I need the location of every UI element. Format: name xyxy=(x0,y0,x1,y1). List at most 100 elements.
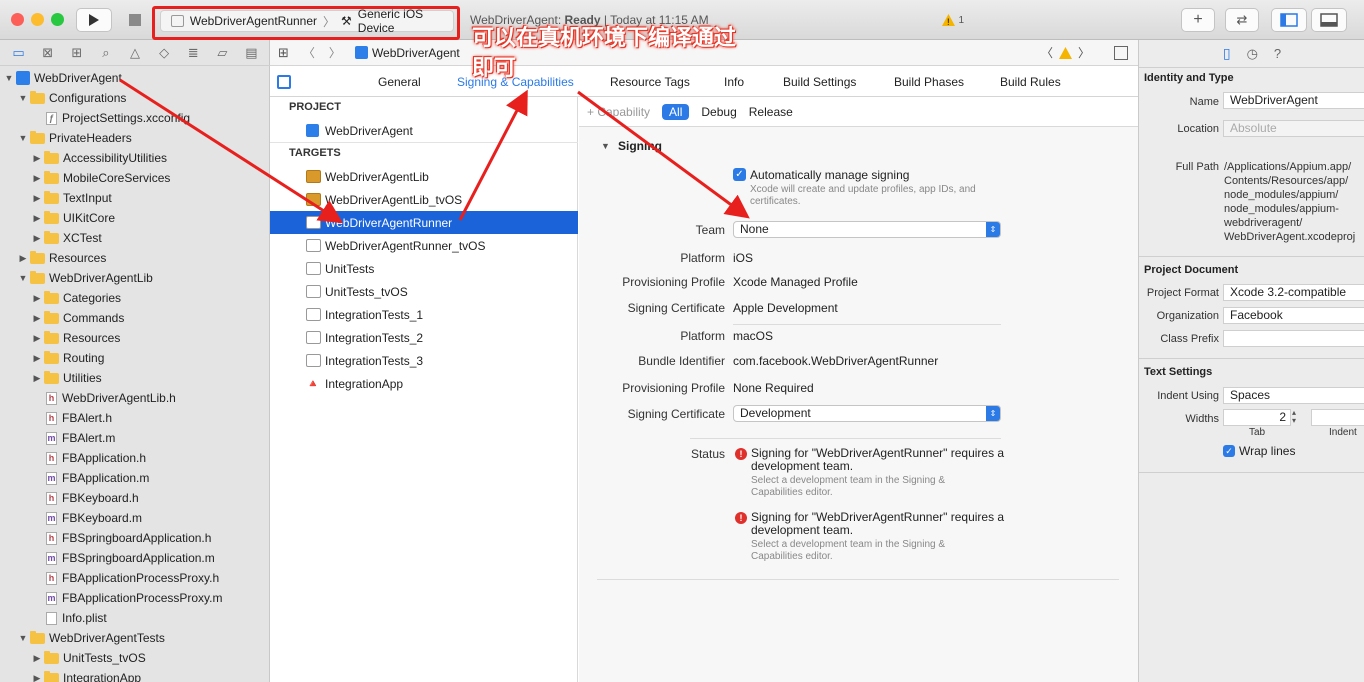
navigator-item[interactable]: m FBSpringboardApplication.m xyxy=(0,548,270,568)
disclosure-closed-icon[interactable]: ▶ xyxy=(32,653,42,664)
tab-general[interactable]: General xyxy=(378,75,421,89)
destination-name[interactable]: Generic iOS Device xyxy=(358,7,453,35)
warning-indicator[interactable]: ! 1 xyxy=(942,14,964,26)
symbol-icon[interactable]: ⊞ xyxy=(69,45,84,60)
disclosure-triangle-icon[interactable]: ▼ xyxy=(601,141,610,151)
hide-outline-icon[interactable] xyxy=(277,75,291,89)
disclosure-open-icon[interactable]: ▼ xyxy=(18,273,28,283)
disclosure-closed-icon[interactable]: ▶ xyxy=(32,213,42,224)
disclosure-open-icon[interactable]: ▼ xyxy=(18,133,28,143)
format-popup[interactable]: Xcode 3.2-compatible xyxy=(1223,284,1364,301)
disclosure-closed-icon[interactable]: ▶ xyxy=(18,253,28,264)
folder-icon[interactable]: ▭ xyxy=(11,45,26,60)
test-icon[interactable]: ◇ xyxy=(157,45,172,60)
navigator-item[interactable]: h FBApplication.h xyxy=(0,448,270,468)
auto-signing-checkbox[interactable]: ✓ xyxy=(733,168,746,181)
organization-field[interactable]: Facebook xyxy=(1223,307,1364,324)
target-item[interactable]: UnitTests_tvOS xyxy=(270,280,578,303)
search-icon[interactable]: ⌕ xyxy=(98,45,113,60)
target-item[interactable]: IntegrationTests_2 xyxy=(270,326,578,349)
navigator-item[interactable]: ▶ Routing xyxy=(0,348,270,368)
disclosure-closed-icon[interactable]: ▶ xyxy=(32,373,42,384)
class-prefix-field[interactable] xyxy=(1223,330,1364,347)
back-arrow-icon[interactable]: 〈 xyxy=(303,44,315,61)
tab-build-phases[interactable]: Build Phases xyxy=(894,75,964,89)
navigator-item[interactable]: ▶ XCTest xyxy=(0,228,270,248)
certificate-popup[interactable]: Development ⇕ xyxy=(733,405,1001,422)
navigator-item[interactable]: m FBAlert.m xyxy=(0,428,270,448)
breakpoint-icon[interactable]: ▱ xyxy=(215,45,230,60)
tab-build-settings[interactable]: Build Settings xyxy=(783,75,856,89)
navigator-item[interactable]: ▶ Categories xyxy=(0,288,270,308)
library-button[interactable]: + xyxy=(1181,8,1215,32)
team-popup[interactable]: None ⇕ xyxy=(733,221,1001,238)
navigator-item[interactable]: ▶ Commands xyxy=(0,308,270,328)
issue-navigation[interactable]: 〈 〉 xyxy=(1041,44,1090,61)
filter-debug[interactable]: Debug xyxy=(701,105,736,119)
disclosure-closed-icon[interactable]: ▶ xyxy=(32,673,42,682)
target-item[interactable]: UnitTests xyxy=(270,257,578,280)
debug-icon[interactable]: ≣ xyxy=(186,45,201,60)
disclosure-open-icon[interactable]: ▼ xyxy=(18,93,28,103)
wrap-lines-checkbox[interactable]: ✓ xyxy=(1223,445,1235,457)
target-item[interactable]: IntegrationTests_3 xyxy=(270,349,578,372)
code-review-button[interactable]: ⇄ xyxy=(1225,8,1259,32)
indent-using-popup[interactable]: Spaces xyxy=(1223,387,1364,404)
disclosure-closed-icon[interactable]: ▶ xyxy=(32,313,42,324)
target-item[interactable]: IntegrationTests_1 xyxy=(270,303,578,326)
add-capability-button[interactable]: + Capability xyxy=(587,105,650,119)
navigator-item[interactable]: ▼ WebDriverAgentLib xyxy=(0,268,270,288)
zoom-window-button[interactable] xyxy=(51,13,64,26)
history-icon[interactable]: ◷ xyxy=(1247,46,1258,62)
indent-width-field[interactable] xyxy=(1311,409,1364,426)
issue-icon[interactable]: △ xyxy=(127,45,142,60)
navigator-item[interactable]: ▶ Utilities xyxy=(0,368,270,388)
disclosure-closed-icon[interactable]: ▶ xyxy=(32,173,42,184)
navigator-item[interactable]: ▶ TextInput xyxy=(0,188,270,208)
disclosure-closed-icon[interactable]: ▶ xyxy=(32,193,42,204)
filter-all[interactable]: All xyxy=(662,103,690,120)
navigator-item[interactable]: ▼ Configurations xyxy=(0,88,270,108)
minimize-window-button[interactable] xyxy=(31,13,44,26)
next-issue-icon[interactable]: 〉 xyxy=(1078,44,1090,61)
scheme-selector[interactable]: WebDriverAgentRunner 〉 ⚒ Generic iOS Dev… xyxy=(160,7,454,35)
navigator-item[interactable]: m FBApplicationProcessProxy.m xyxy=(0,588,270,608)
tab-width-field[interactable]: 2 xyxy=(1223,409,1291,426)
target-item[interactable]: 🔺 IntegrationApp xyxy=(270,372,578,395)
navigator-item[interactable]: ▶ Resources xyxy=(0,248,270,268)
source-control-icon[interactable]: ⊠ xyxy=(40,45,55,60)
navigator-item[interactable]: ƒ ProjectSettings.xcconfig xyxy=(0,108,270,128)
toggle-navigator-button[interactable] xyxy=(1271,8,1307,32)
disclosure-closed-icon[interactable]: ▶ xyxy=(32,333,42,344)
navigator-item[interactable]: ▶ Resources xyxy=(0,328,270,348)
previous-issue-icon[interactable]: 〈 xyxy=(1041,44,1053,61)
disclosure-open-icon[interactable]: ▼ xyxy=(4,73,14,83)
navigator-item[interactable]: h FBAlert.h xyxy=(0,408,270,428)
navigator-item[interactable]: ▶ UnitTests_tvOS xyxy=(0,648,270,668)
disclosure-closed-icon[interactable]: ▶ xyxy=(32,293,42,304)
tab-build-rules[interactable]: Build Rules xyxy=(1000,75,1061,89)
file-inspector-icon[interactable]: ▯ xyxy=(1223,45,1231,62)
run-button[interactable] xyxy=(76,8,112,32)
breadcrumb[interactable]: WebDriverAgent xyxy=(354,46,460,60)
navigator-item[interactable]: ▶ UIKitCore xyxy=(0,208,270,228)
location-popup[interactable]: Absolute xyxy=(1223,120,1364,137)
target-item[interactable]: WebDriverAgentRunner xyxy=(270,211,578,234)
disclosure-closed-icon[interactable]: ▶ xyxy=(32,233,42,244)
disclosure-closed-icon[interactable]: ▶ xyxy=(32,353,42,364)
navigator-item[interactable]: h FBApplicationProcessProxy.h xyxy=(0,568,270,588)
close-window-button[interactable] xyxy=(11,13,24,26)
disclosure-open-icon[interactable]: ▼ xyxy=(18,633,28,643)
grid-icon[interactable]: ⊞ xyxy=(278,45,289,61)
navigator-item[interactable]: m FBApplication.m xyxy=(0,468,270,488)
navigator-item[interactable]: h WebDriverAgentLib.h xyxy=(0,388,270,408)
stop-button[interactable] xyxy=(120,8,150,32)
navigator-item[interactable]: ▶ AccessibilityUtilities xyxy=(0,148,270,168)
navigator-item[interactable]: ▼ PrivateHeaders xyxy=(0,128,270,148)
disclosure-closed-icon[interactable]: ▶ xyxy=(32,153,42,164)
navigator-item[interactable]: ▶ IntegrationApp xyxy=(0,668,270,682)
bundle-identifier[interactable]: com.facebook.WebDriverAgentRunner xyxy=(733,354,938,368)
project-item[interactable]: WebDriverAgent xyxy=(270,119,578,142)
navigator-item[interactable]: ▶ MobileCoreServices xyxy=(0,168,270,188)
navigator-item[interactable]: Info.plist xyxy=(0,608,270,628)
